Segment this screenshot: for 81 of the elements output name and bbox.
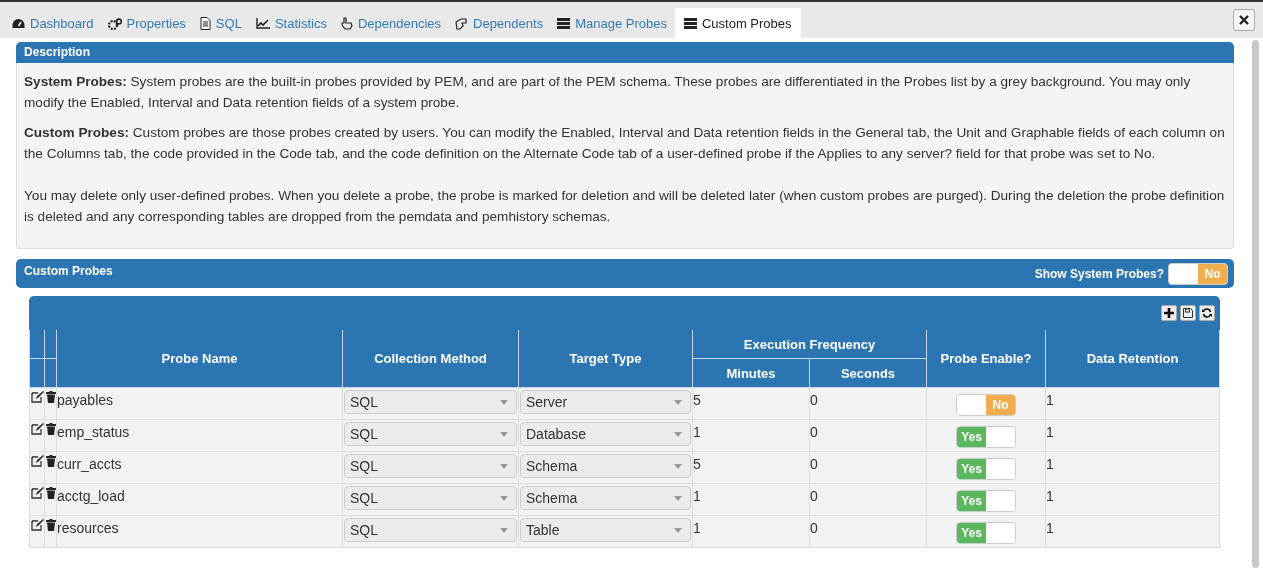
table-cell: 1: [692, 419, 810, 452]
table-cell: 0: [809, 515, 927, 548]
table-cell: 0: [809, 483, 927, 516]
table-cell: 0: [809, 451, 927, 484]
dropdown[interactable]: Server: [520, 390, 691, 414]
tab[interactable]: Custom Probes: [674, 8, 801, 38]
table-cell: payables: [56, 387, 343, 420]
caret-icon: [500, 495, 508, 501]
trash-icon[interactable]: [45, 455, 56, 467]
toggle-switch[interactable]: Yes: [956, 457, 1016, 480]
table-cell: 1: [1045, 419, 1220, 452]
caret-icon: [674, 527, 682, 533]
caret-icon: [500, 431, 508, 437]
server-icon: [557, 18, 571, 29]
caret-icon: [500, 527, 508, 533]
table-cell: 0: [809, 419, 927, 452]
dropdown[interactable]: SQL: [344, 454, 517, 478]
trash-icon[interactable]: [45, 519, 56, 531]
edit-icon[interactable]: [30, 487, 44, 499]
table-cell: 1: [1045, 515, 1220, 548]
add-button[interactable]: [1161, 305, 1177, 321]
dropdown[interactable]: Database: [520, 422, 691, 446]
pointing-hand-icon: [340, 17, 353, 30]
description-text: You may delete only user-defined probes. When you delete a probe, the probe is marked for deletion and will be deleted later (when custom probes are purged). During the deletion the probe definition is deleted and any corresponding tables are dropped from the pemdata and pemhistory schemas.: [24, 187, 1226, 226]
table-cell: 1: [1045, 387, 1220, 420]
table-cell: curr_accts: [56, 451, 343, 484]
edit-icon[interactable]: [30, 423, 44, 435]
caret-icon: [674, 399, 682, 405]
gauge-icon: [12, 18, 25, 29]
table-cell: 5: [692, 387, 810, 420]
table-cell: 1: [692, 515, 810, 548]
table-cell: 1: [692, 483, 810, 516]
toggle-switch[interactable]: Yes: [956, 489, 1016, 512]
column-header: Collection Method: [342, 330, 519, 388]
scrollbar[interactable]: [1252, 40, 1259, 568]
dropdown[interactable]: SQL: [344, 390, 517, 414]
description-text: System Probes: System probes are the built-in probes provided by PEM, and are part of the PEM schema. These probes are differentiated in the Probes list by a grey background. You may only modify the Enabled, Interval and Data retention fields of a system probe.: [24, 73, 1192, 112]
trash-icon[interactable]: [45, 423, 56, 435]
column-header: Data Retention: [1045, 330, 1220, 388]
caret-icon: [674, 495, 682, 501]
edit-icon[interactable]: [30, 455, 44, 467]
column-header: Execution Frequency: [692, 330, 927, 359]
toggle-label: Show System Probes?: [1034, 266, 1164, 281]
description-text: Custom Probes: Custom probes are those probes created by users. You can modify the Enabled, Interval and Data retention fields in the General tab, the Unit and Graphable fields of each column on the Columns tab, the code provided in the Code tab, and the code definition on the Alternate Code tab of a user-defined probe if the Applies to any server? field for that probe was set to No.: [24, 124, 1226, 163]
save-button[interactable]: [1180, 305, 1196, 321]
table-cell: acctg_load: [56, 483, 343, 516]
column-header: Target Type: [518, 330, 693, 388]
panel-header: Description: [16, 42, 1234, 63]
dropdown[interactable]: Table: [520, 518, 691, 542]
table-cell: 0: [809, 387, 927, 420]
close-icon: [1239, 15, 1249, 25]
refresh-button[interactable]: [1199, 305, 1215, 321]
dropdown[interactable]: Schema: [520, 486, 691, 510]
column-header: Probe Enable?: [926, 330, 1046, 388]
dropdown[interactable]: SQL: [344, 422, 517, 446]
table-cell: 5: [692, 451, 810, 484]
table-cell: 1: [1045, 451, 1220, 484]
line-chart-icon: [255, 18, 270, 29]
dropdown[interactable]: SQL: [344, 486, 517, 510]
dropdown[interactable]: Schema: [520, 454, 691, 478]
caret-icon: [500, 399, 508, 405]
trash-icon[interactable]: [45, 391, 56, 403]
toggle-switch[interactable]: Yes: [956, 425, 1016, 448]
table-cell: 1: [1045, 483, 1220, 516]
edit-icon[interactable]: [30, 519, 44, 531]
trash-icon[interactable]: [45, 487, 56, 499]
column-header: Probe Name: [56, 330, 343, 388]
table-cell: resources: [56, 515, 343, 548]
toggle-switch[interactable]: Yes: [956, 521, 1016, 544]
panel-title: Custom Probes: [24, 264, 113, 278]
close-button[interactable]: [1233, 9, 1255, 31]
document-icon: [199, 17, 211, 30]
table-cell: emp_status: [56, 419, 343, 452]
column-header: Minutes: [692, 358, 810, 388]
caret-icon: [674, 463, 682, 469]
caret-icon: [500, 463, 508, 469]
edit-icon[interactable]: [30, 391, 44, 403]
dropdown[interactable]: SQL: [344, 518, 517, 542]
server-icon: [683, 17, 697, 29]
column-header: Seconds: [809, 358, 927, 388]
caret-icon: [674, 431, 682, 437]
